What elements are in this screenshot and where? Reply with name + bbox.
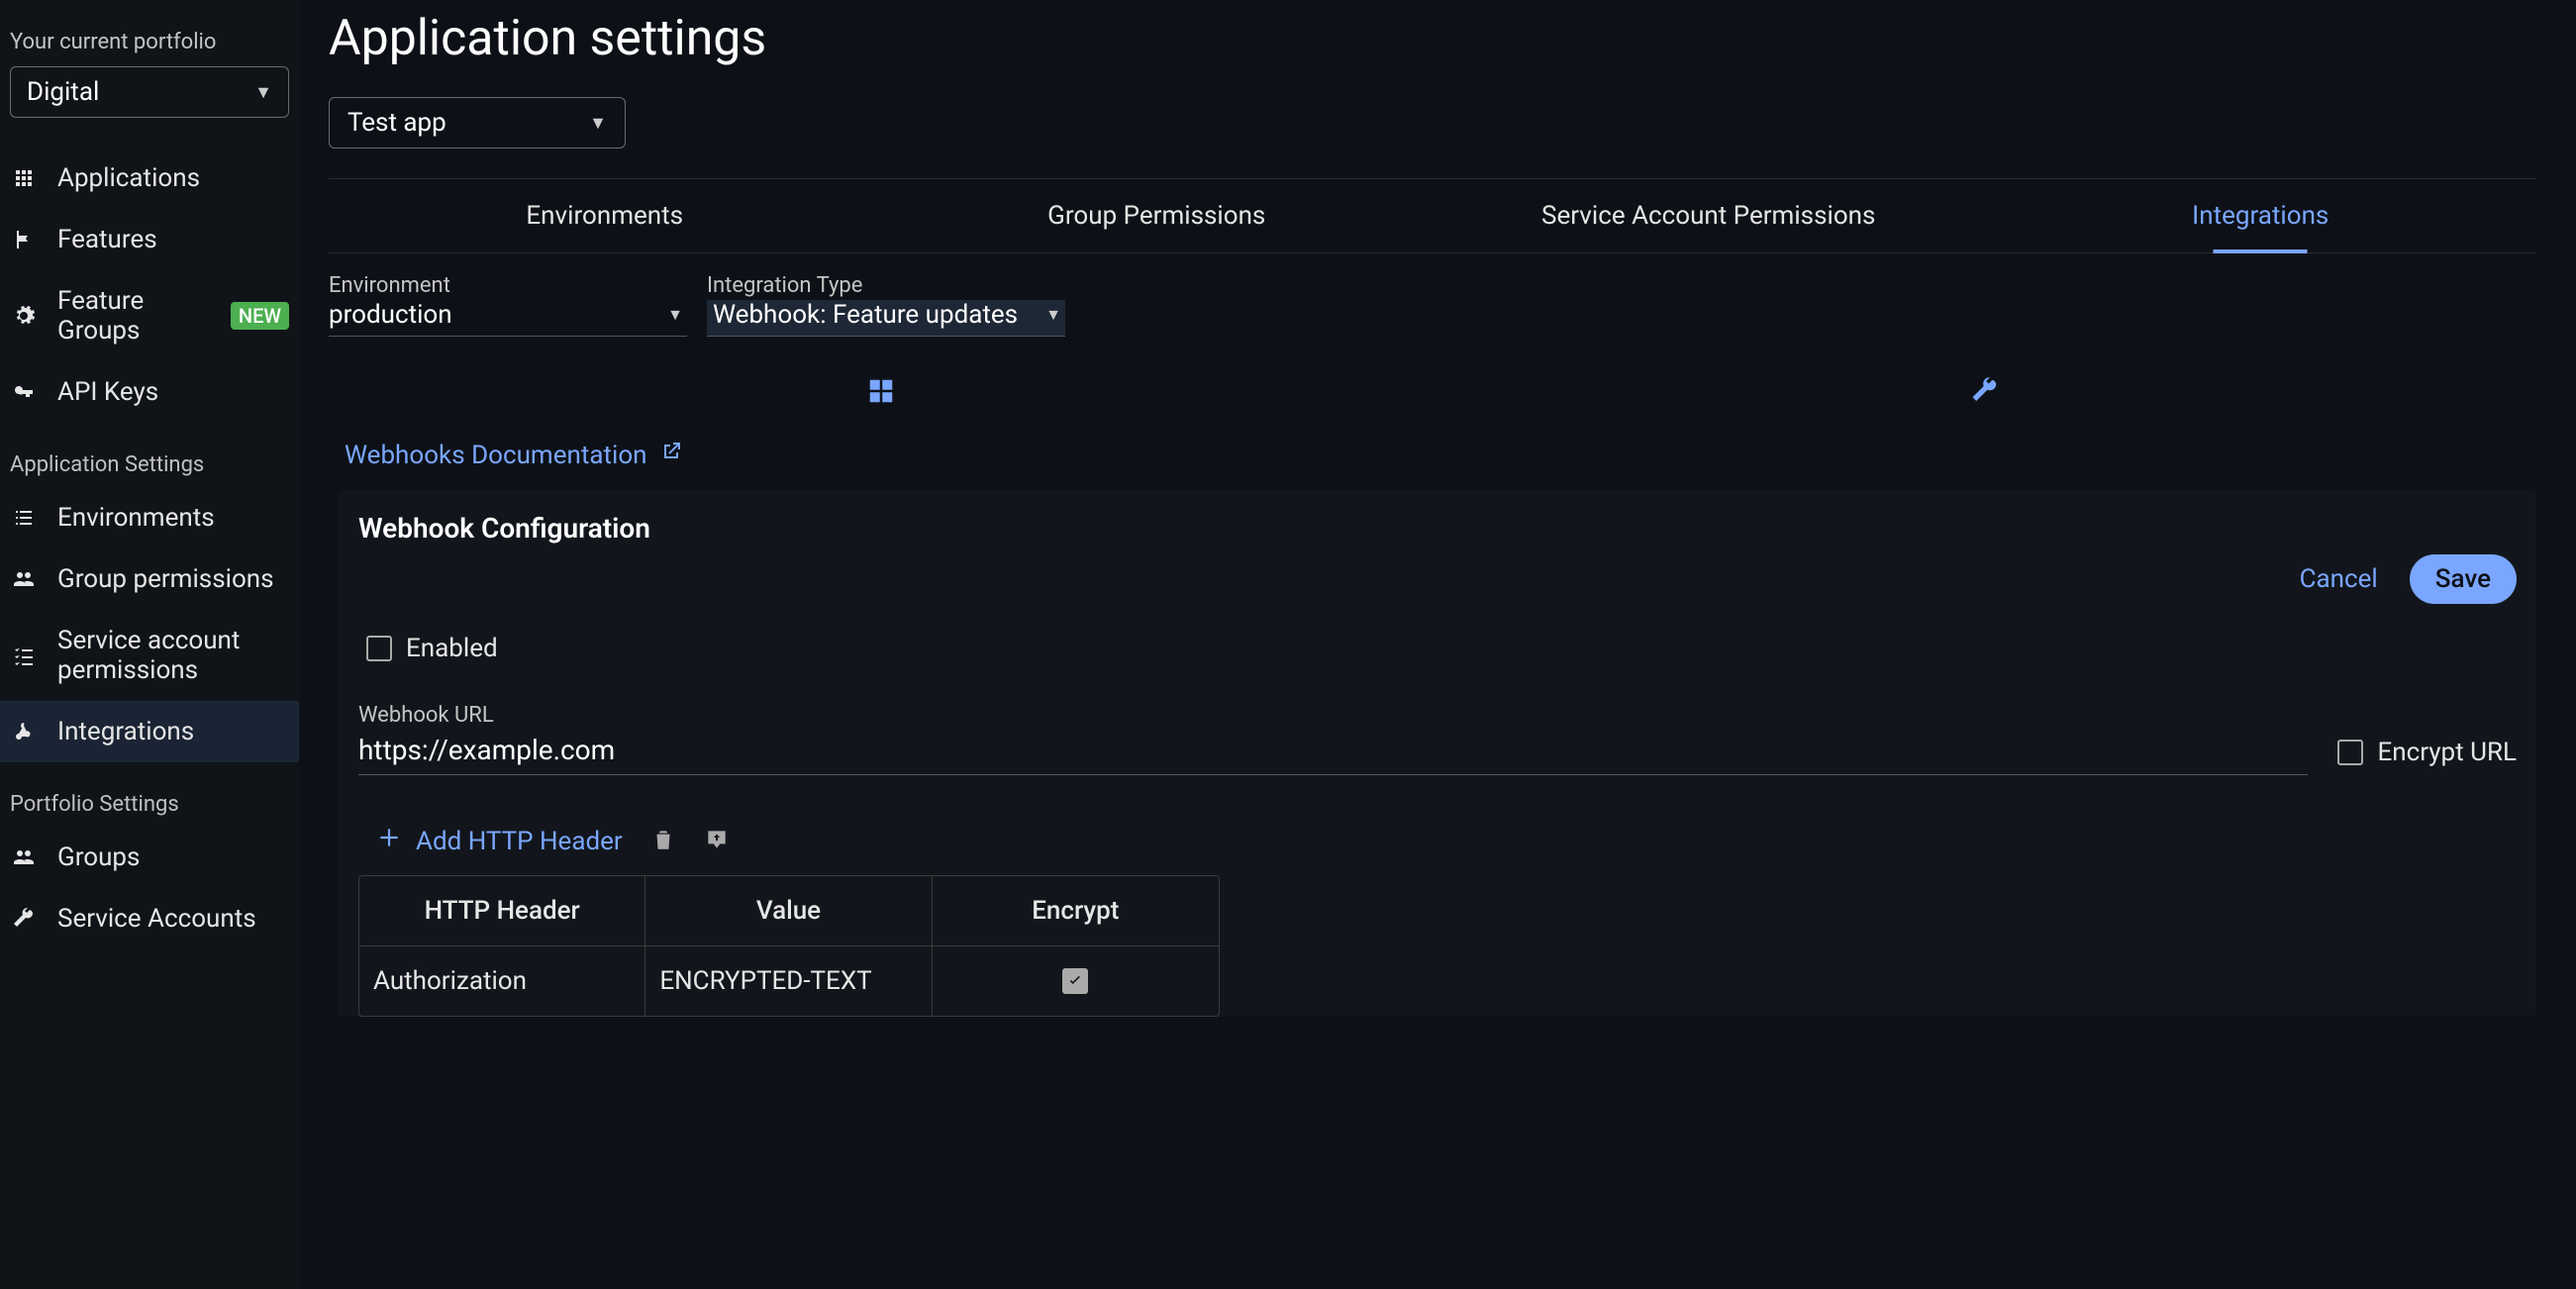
chevron-down-icon: ▼ [254,82,272,103]
tabs: Environments Group Permissions Service A… [329,178,2536,253]
delete-icon[interactable] [650,827,676,856]
sidebar-item-label: Group permissions [57,564,274,594]
new-badge: NEW [231,302,289,330]
portfolio-label: Your current portfolio [0,30,299,66]
sidebar-item-feature-groups[interactable]: Feature Groups NEW [0,270,299,361]
wrench-icon [10,905,38,933]
webhook-url-field: Webhook URL https://example.com [358,703,2308,775]
tab-group-permissions[interactable]: Group Permissions [881,179,1434,252]
cancel-button[interactable]: Cancel [2288,556,2390,602]
webhooks-docs-link[interactable]: Webhooks Documentation [345,440,683,470]
sidebar-item-environments[interactable]: Environments [0,487,299,548]
sidebar-item-label: API Keys [57,377,158,407]
sidebar: Your current portfolio Digital ▼ Applica… [0,0,299,1289]
app-select[interactable]: Test app ▼ [329,97,626,149]
http-headers-table: HTTP Header Value Encrypt Authorization … [358,875,1220,1017]
col-header: Value [645,876,932,946]
sidebar-item-groups[interactable]: Groups [0,827,299,888]
encrypt-url-checkbox[interactable] [2337,740,2363,765]
encrypt-row-checkbox[interactable] [1062,968,1088,994]
add-http-header-button[interactable]: Add HTTP Header [376,825,623,857]
sidebar-item-service-accounts[interactable]: Service Accounts [0,888,299,949]
sidebar-item-group-permissions[interactable]: Group permissions [0,548,299,610]
checklist-icon [10,642,38,669]
grid-icon[interactable] [866,376,896,410]
sidebar-item-applications[interactable]: Applications [0,148,299,209]
integration-type-field: Integration Type Webhook: Feature update… [707,273,1065,337]
col-header: Encrypt [933,876,1219,946]
tab-environments[interactable]: Environments [329,179,881,252]
table-header-row: HTTP Header Value Encrypt [359,876,1219,946]
chevron-down-icon: ▼ [589,113,607,134]
link-label: Webhooks Documentation [345,441,647,470]
flag-icon [10,226,38,253]
group-icon [10,565,38,593]
enabled-label: Enabled [406,634,498,663]
webhook-icon [10,718,38,745]
gear-icon [10,302,38,330]
field-label: Environment [329,273,687,298]
list-icon [10,504,38,532]
cell-encrypt [933,946,1219,1016]
tab-service-account-permissions[interactable]: Service Account Permissions [1433,179,1985,252]
key-icon [10,378,38,406]
icon-strip [329,376,2536,410]
sidebar-item-label: Environments [57,503,215,533]
tab-integrations[interactable]: Integrations [1985,179,2537,252]
section-label-portfolio-settings: Portfolio Settings [0,762,299,827]
main-content: Application settings Test app ▼ Environm… [299,0,2576,1289]
cell-header-value: ENCRYPTED-TEXT [645,946,932,1016]
app-select-value: Test app [347,108,446,138]
webhook-url-input[interactable]: https://example.com [358,730,2308,775]
sidebar-item-label: Groups [57,843,140,872]
plus-icon [376,825,402,857]
encrypt-url-label: Encrypt URL [2377,738,2517,767]
table-row[interactable]: Authorization ENCRYPTED-TEXT [359,946,1219,1016]
external-link-icon [659,440,683,470]
card-title: Webhook Configuration [358,512,2517,545]
save-button[interactable]: Save [2410,554,2517,604]
field-value: Webhook: Feature updates [713,300,1018,330]
sidebar-item-label: Integrations [57,717,194,746]
page-title: Application settings [329,10,2536,67]
sidebar-item-label: Applications [57,163,200,193]
environment-field: Environment production ▼ [329,273,687,337]
integration-type-select[interactable]: Webhook: Feature updates ▼ [707,300,1065,337]
col-header: HTTP Header [359,876,645,946]
sidebar-item-label: Feature Groups [57,286,211,346]
export-icon[interactable] [704,827,730,856]
button-label: Add HTTP Header [416,827,623,856]
sidebar-item-features[interactable]: Features [0,209,299,270]
chevron-down-icon: ▼ [667,305,683,325]
sidebar-item-service-account-permissions[interactable]: Service account permissions [0,610,299,701]
sidebar-item-label: Service Accounts [57,904,256,934]
webhook-config-card: Webhook Configuration Cancel Save Enable… [339,490,2536,1017]
field-value: production [329,300,452,330]
chevron-down-icon: ▼ [1045,305,1061,325]
groups-icon [10,843,38,871]
environment-select[interactable]: production ▼ [329,300,687,337]
wrench-icon[interactable] [1970,376,2000,410]
sidebar-item-label: Features [57,225,157,254]
portfolio-value: Digital [27,77,99,107]
cell-header-name: Authorization [359,946,645,1016]
enabled-checkbox[interactable] [366,636,392,661]
sidebar-item-label: Service account permissions [57,626,289,685]
field-label: Webhook URL [358,703,2308,728]
section-label-app-settings: Application Settings [0,423,299,487]
field-label: Integration Type [707,273,1065,298]
sidebar-item-api-keys[interactable]: API Keys [0,361,299,423]
apps-icon [10,164,38,192]
sidebar-item-integrations[interactable]: Integrations [0,701,299,762]
portfolio-select[interactable]: Digital ▼ [10,66,289,118]
